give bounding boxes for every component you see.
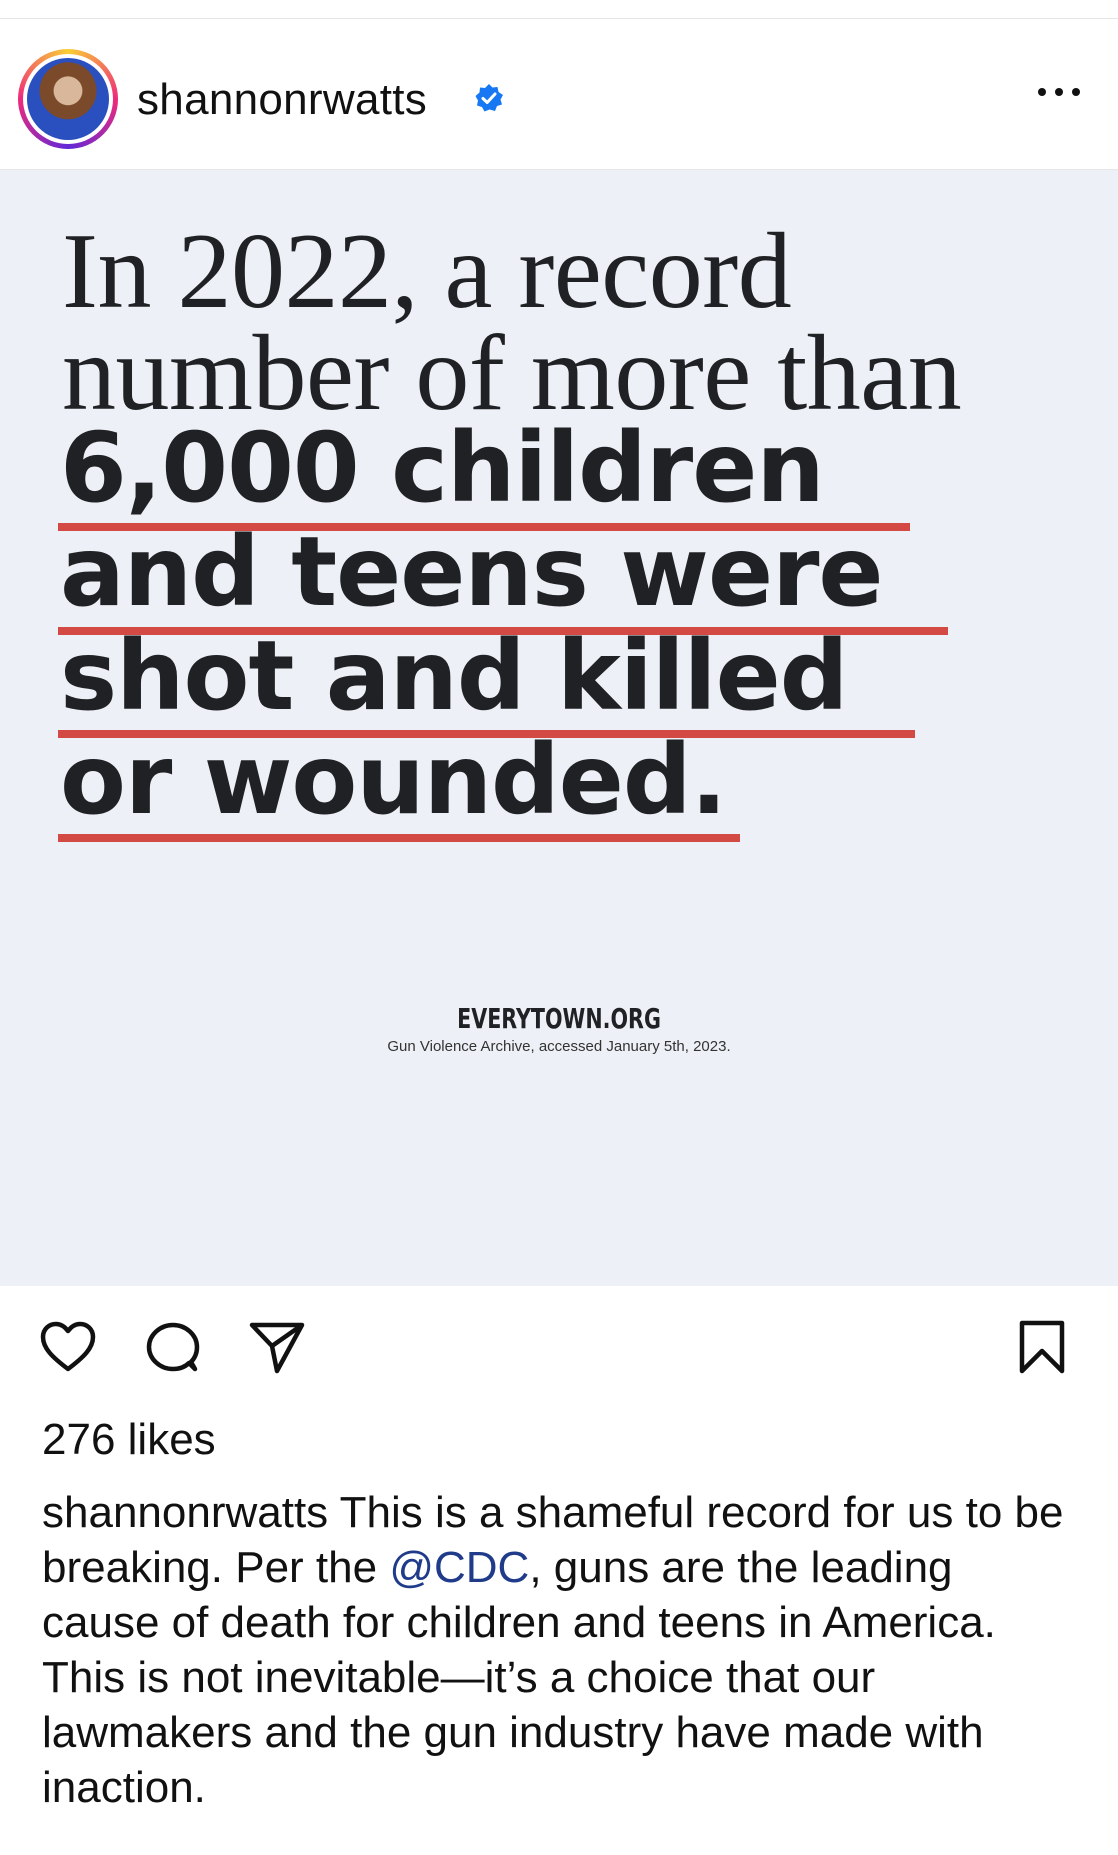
action-bar xyxy=(0,1285,1118,1405)
graphic-line-5: shot and killed xyxy=(60,620,848,732)
avatar-frame xyxy=(23,54,113,144)
post-image[interactable]: In 2022, a record number of more than 6,… xyxy=(0,169,1118,1286)
post-username[interactable]: shannonrwatts xyxy=(137,75,427,125)
graphic-line-4: and teens were xyxy=(60,516,884,628)
bookmark-icon[interactable] xyxy=(1018,1319,1066,1375)
status-divider xyxy=(0,0,1118,19)
graphic-line-6: or wounded. xyxy=(60,724,727,836)
comment-icon[interactable] xyxy=(145,1321,201,1373)
send-icon[interactable] xyxy=(248,1319,306,1375)
verified-badge-icon xyxy=(475,84,503,112)
post-header: shannonrwatts xyxy=(0,19,1118,169)
caption-username[interactable]: shannonrwatts xyxy=(42,1488,328,1537)
caption-mention[interactable]: @CDC xyxy=(389,1543,529,1592)
underline-4 xyxy=(58,834,740,842)
more-horizontal-icon[interactable] xyxy=(1036,81,1082,103)
graphic-line-3: 6,000 children xyxy=(60,412,825,524)
like-count[interactable]: 276 likes xyxy=(42,1415,216,1465)
post-caption: shannonrwatts This is a shameful record … xyxy=(42,1485,1082,1815)
heart-icon[interactable] xyxy=(40,1321,96,1373)
graphic-brand: EVERYTOWN.ORG xyxy=(457,1002,661,1035)
avatar-story-ring[interactable] xyxy=(18,49,118,149)
avatar xyxy=(27,58,109,140)
graphic-source: Gun Violence Archive, accessed January 5… xyxy=(387,1038,731,1055)
